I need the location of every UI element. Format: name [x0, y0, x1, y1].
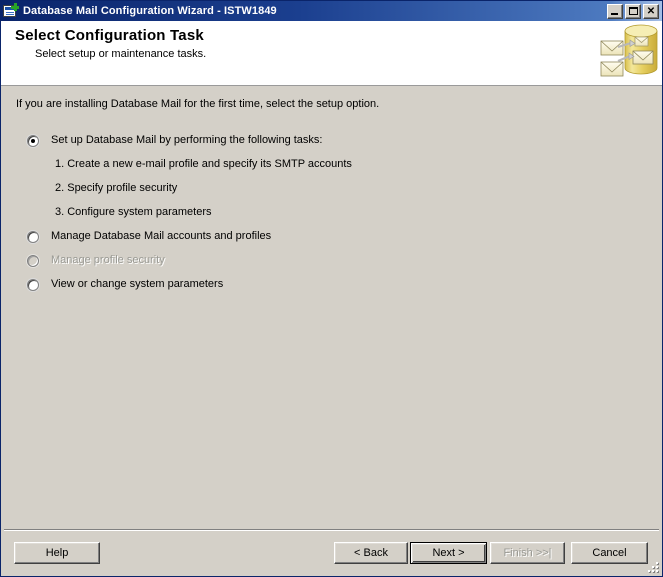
database-mail-banner-image — [594, 21, 662, 83]
wizard-body: If you are installing Database Mail for … — [1, 86, 662, 529]
close-button[interactable]: ✕ — [643, 4, 659, 19]
radio-setup-label: Set up Database Mail by performing the f… — [51, 133, 322, 148]
radio-view-system-parameters-label: View or change system parameters — [51, 277, 223, 292]
help-button[interactable]: Help — [14, 542, 100, 564]
close-icon: ✕ — [644, 5, 658, 18]
window-controls: ✕ — [607, 4, 659, 19]
cancel-button[interactable]: Cancel — [571, 542, 648, 564]
minimize-button[interactable] — [607, 4, 623, 19]
minimize-icon — [611, 13, 618, 15]
radio-manage-accounts-label: Manage Database Mail accounts and profil… — [51, 229, 271, 244]
task-item-1: 1. Create a new e-mail profile and speci… — [27, 157, 652, 181]
database-mail-wizard-icon — [3, 3, 19, 19]
next-button[interactable]: Next > — [410, 542, 487, 564]
wizard-window: Database Mail Configuration Wizard - IST… — [0, 0, 663, 577]
task-item-2: 2. Specify profile security — [27, 181, 652, 205]
task-item-3: 3. Configure system parameters — [27, 205, 652, 229]
wizard-footer: Help < Back Next > Finish >>| Cancel — [1, 529, 662, 576]
resize-grip-icon[interactable] — [646, 560, 660, 574]
title-bar[interactable]: Database Mail Configuration Wizard - IST… — [1, 1, 662, 21]
maximize-icon — [629, 7, 638, 15]
radio-manage-profile-security-label: Manage profile security — [51, 253, 165, 268]
window-title: Database Mail Configuration Wizard - IST… — [23, 5, 607, 17]
back-button[interactable]: < Back — [334, 542, 408, 564]
radio-option-manage-profile-security: Manage profile security — [27, 253, 652, 277]
intro-text: If you are installing Database Mail for … — [16, 98, 379, 110]
radio-manage-accounts-icon[interactable] — [27, 231, 39, 243]
wizard-header: Select Configuration Task Select setup o… — [1, 21, 662, 86]
maximize-button[interactable] — [625, 4, 641, 19]
radio-manage-profile-security-icon — [27, 255, 39, 267]
database-mail-illustration — [594, 21, 662, 83]
radio-setup-icon[interactable] — [27, 135, 39, 147]
footer-separator — [4, 529, 659, 531]
page-title: Select Configuration Task — [15, 27, 204, 44]
configuration-task-options: Set up Database Mail by performing the f… — [27, 133, 652, 301]
radio-option-view-system-parameters[interactable]: View or change system parameters — [27, 277, 652, 301]
page-subtitle: Select setup or maintenance tasks. — [35, 48, 206, 60]
radio-option-setup[interactable]: Set up Database Mail by performing the f… — [27, 133, 652, 157]
finish-button: Finish >>| — [490, 542, 565, 564]
radio-view-system-parameters-icon[interactable] — [27, 279, 39, 291]
radio-option-manage-accounts[interactable]: Manage Database Mail accounts and profil… — [27, 229, 652, 253]
